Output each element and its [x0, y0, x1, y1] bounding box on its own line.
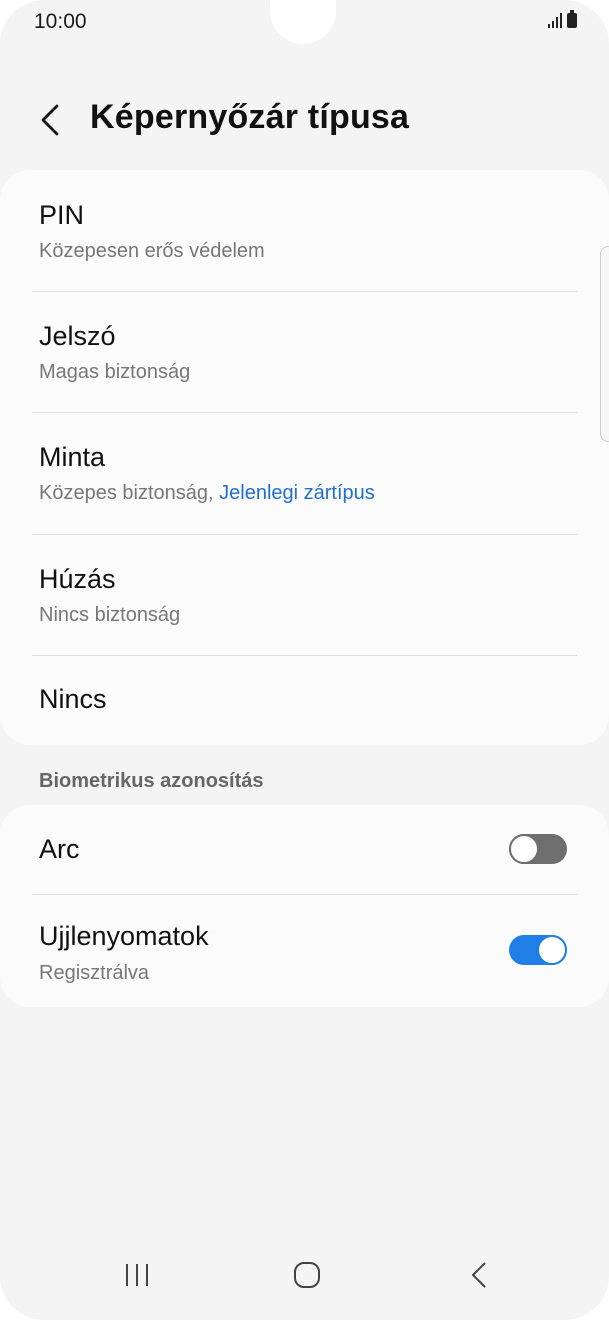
recent-apps-icon	[126, 1264, 148, 1286]
status-icons	[548, 10, 577, 28]
biometric-title: Ujjlenyomatok	[39, 921, 209, 951]
nav-back-button[interactable]	[449, 1250, 509, 1300]
navigation-bar	[0, 1240, 609, 1320]
biometric-face[interactable]: Arc	[0, 805, 609, 894]
biometrics-card: Arc Ujjlenyomatok Regisztrálva	[0, 805, 609, 1007]
phone-screen: 10:00 Képernyőzár típusa PIN Közepesen e…	[0, 0, 609, 1320]
biometric-subtitle: Regisztrálva	[39, 962, 150, 984]
status-time: 10:00	[34, 10, 87, 33]
section-header-biometrics: Biometrikus azonosítás	[39, 770, 264, 792]
home-button[interactable]	[277, 1250, 337, 1300]
fingerprint-toggle[interactable]	[509, 935, 567, 965]
signal-bars-icon	[548, 12, 562, 28]
face-toggle[interactable]	[509, 834, 567, 864]
scroll-indicator[interactable]	[600, 246, 609, 442]
camera-notch	[270, 0, 336, 44]
lock-option-pin[interactable]: PIN Közepesen erős védelem	[0, 170, 609, 291]
lock-option-password[interactable]: Jelszó Magas biztonság	[0, 292, 609, 412]
lock-option-subtitle: Nincs biztonság	[39, 604, 181, 626]
subtitle-text: Közepes biztonság,	[39, 482, 220, 504]
back-button[interactable]	[30, 96, 70, 144]
lock-option-title: Minta	[39, 442, 106, 472]
recent-apps-button[interactable]	[107, 1250, 167, 1300]
lock-option-pattern[interactable]: Minta Közepes biztonság, Jelenlegi zártí…	[0, 413, 609, 533]
lock-type-card: PIN Közepesen erős védelem Jelszó Magas …	[0, 170, 609, 745]
lock-option-title: Nincs	[39, 684, 107, 714]
page-title: Képernyőzár típusa	[90, 98, 410, 136]
home-icon	[294, 1262, 320, 1288]
toggle-knob	[537, 935, 567, 965]
lock-option-subtitle: Magas biztonság	[39, 361, 191, 383]
toggle-knob	[509, 834, 539, 864]
lock-option-title: Húzás	[39, 564, 116, 594]
lock-option-swipe[interactable]: Húzás Nincs biztonság	[0, 535, 609, 655]
biometric-title: Arc	[39, 834, 80, 864]
battery-icon	[567, 10, 577, 28]
current-lock-label: Jelenlegi zártípus	[219, 482, 375, 504]
lock-option-subtitle: Közepesen erős védelem	[39, 240, 265, 262]
back-chevron-icon	[472, 1262, 486, 1288]
lock-option-title: PIN	[39, 200, 85, 230]
biometric-fingerprints[interactable]: Ujjlenyomatok Regisztrálva	[0, 895, 609, 1007]
lock-option-subtitle: Közepes biztonság, Jelenlegi zártípus	[39, 482, 375, 505]
chevron-left-icon	[41, 104, 59, 136]
lock-option-none[interactable]: Nincs	[0, 656, 609, 745]
lock-option-title: Jelszó	[39, 321, 116, 351]
